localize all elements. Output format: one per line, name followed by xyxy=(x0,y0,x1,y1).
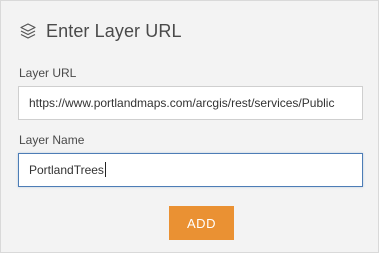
add-layer-panel: Enter Layer URL Layer URL https://www.po… xyxy=(0,0,379,253)
layer-name-value: PortlandTrees xyxy=(29,163,104,177)
layer-name-content: PortlandTrees xyxy=(29,154,352,186)
text-caret xyxy=(104,162,106,178)
layer-url-label: Layer URL xyxy=(19,66,77,80)
layers-icon xyxy=(18,21,38,41)
layer-name-input[interactable]: PortlandTrees xyxy=(18,153,363,187)
panel-header: Enter Layer URL xyxy=(18,18,182,44)
add-button[interactable]: ADD xyxy=(169,206,234,240)
layer-name-label: Layer Name xyxy=(19,133,85,147)
layer-url-value: https://www.portlandmaps.com/arcgis/rest… xyxy=(29,96,335,110)
layer-url-input[interactable]: https://www.portlandmaps.com/arcgis/rest… xyxy=(18,86,363,120)
page-title: Enter Layer URL xyxy=(46,20,182,41)
